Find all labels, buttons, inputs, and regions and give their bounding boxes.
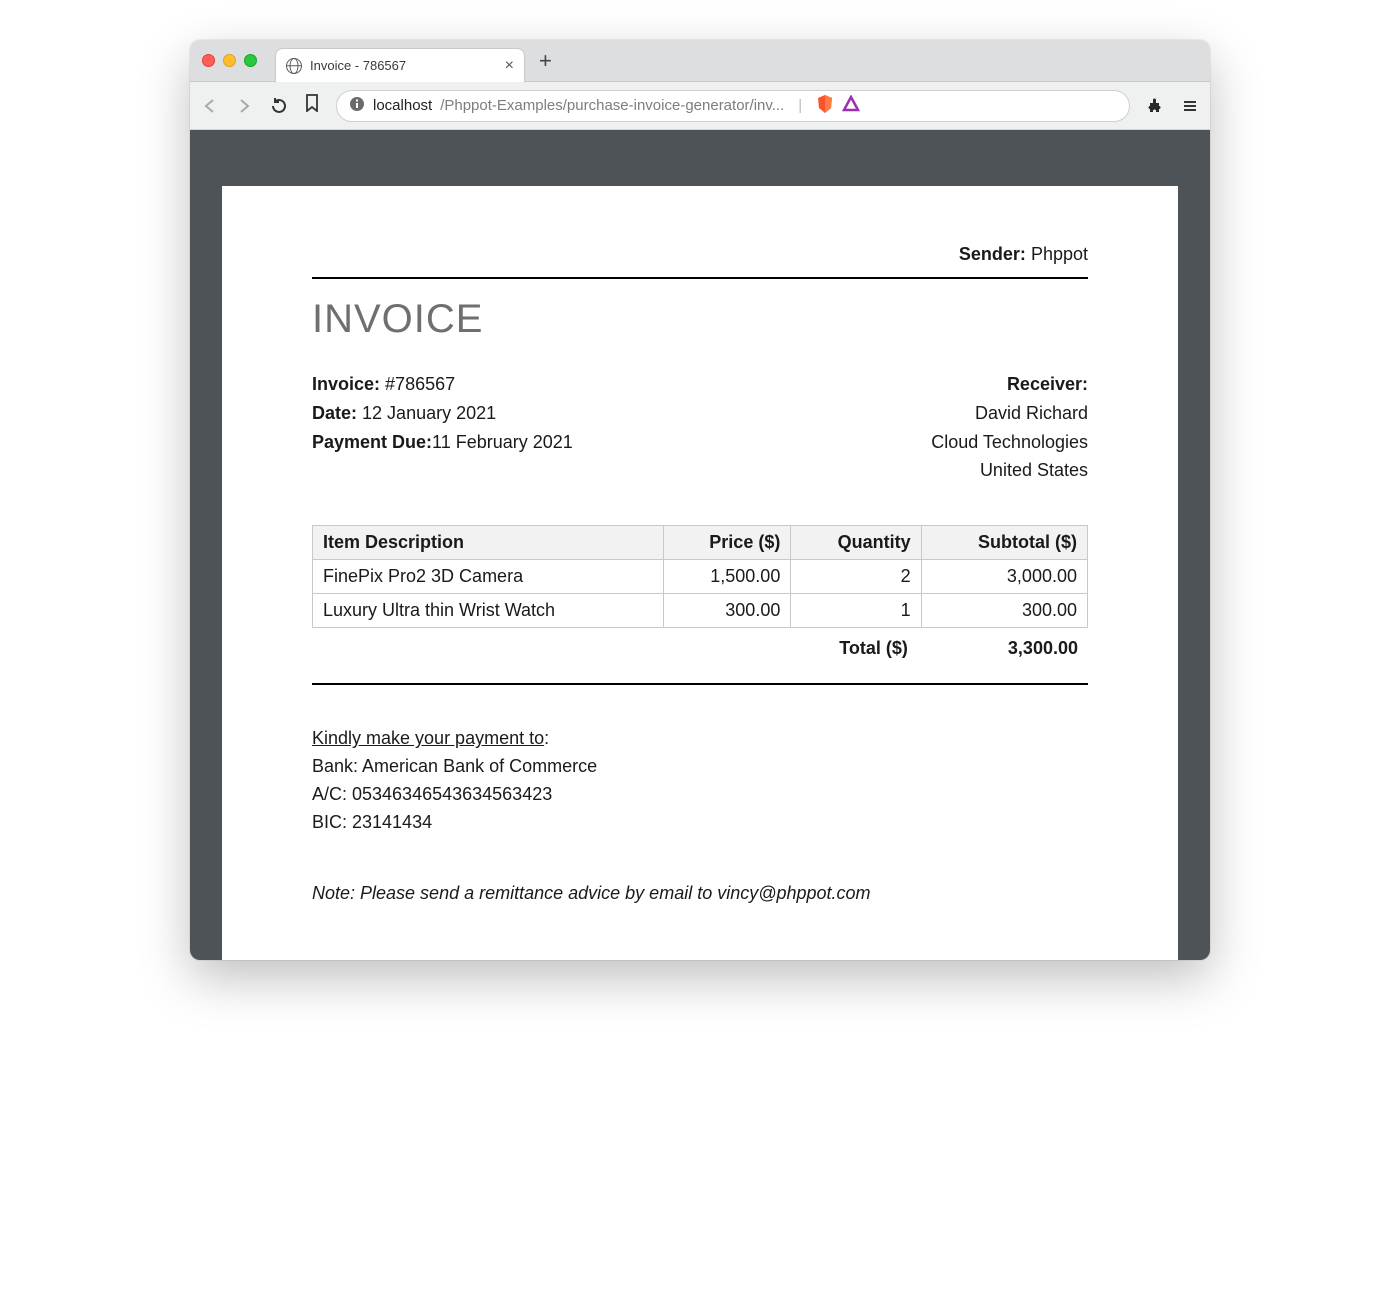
table-header-row: Item Description Price ($) Quantity Subt… [313, 526, 1088, 560]
toolbar-right [1146, 97, 1198, 115]
url-host: localhost [373, 97, 432, 114]
brave-shield-icon[interactable] [816, 94, 834, 118]
forward-button[interactable] [236, 98, 252, 114]
col-quantity: Quantity [791, 526, 921, 560]
payment-block: Kindly make your payment to Bank: Americ… [312, 725, 1088, 837]
col-price: Price ($) [663, 526, 791, 560]
receiver-name: David Richard [931, 399, 1088, 428]
cell-description: Luxury Ultra thin Wrist Watch [313, 594, 664, 628]
total-row: Total ($) 3,300.00 [312, 634, 1088, 659]
titlebar: Invoice - 786567 × + [190, 40, 1210, 82]
receiver-company: Cloud Technologies [931, 428, 1088, 457]
note: Note: Please send a remittance advice by… [312, 883, 1088, 904]
meta-left: Invoice: #786567 Date: 12 January 2021 P… [312, 370, 573, 485]
payment-bank: Bank: American Bank of Commerce [312, 756, 597, 776]
address-bar[interactable]: localhost/Phppot-Examples/purchase-invoi… [336, 90, 1130, 122]
browser-tab[interactable]: Invoice - 786567 × [275, 48, 525, 82]
divider [312, 683, 1088, 685]
menu-button[interactable] [1182, 98, 1198, 114]
extensions-button[interactable] [1146, 97, 1164, 115]
cell-price: 1,500.00 [663, 560, 791, 594]
cell-price: 300.00 [663, 594, 791, 628]
invoice-date: 12 January 2021 [362, 403, 496, 423]
sender-label: Sender: [959, 244, 1026, 264]
sender-line: Sender: Phppot [312, 244, 1088, 265]
maximize-window-button[interactable] [244, 54, 257, 67]
cell-quantity: 1 [791, 594, 921, 628]
window-controls [202, 54, 257, 67]
cell-subtotal: 3,000.00 [921, 560, 1087, 594]
toolbar: localhost/Phppot-Examples/purchase-invoi… [190, 82, 1210, 130]
table-row: Luxury Ultra thin Wrist Watch 300.00 1 3… [313, 594, 1088, 628]
meta-section: Invoice: #786567 Date: 12 January 2021 P… [312, 370, 1088, 485]
invoice-number: #786567 [385, 374, 455, 394]
new-tab-button[interactable]: + [525, 48, 566, 74]
items-table: Item Description Price ($) Quantity Subt… [312, 525, 1088, 628]
browser-window: Invoice - 786567 × + localhost/Phppot-Ex… [190, 40, 1210, 960]
total-value: 3,300.00 [1008, 638, 1078, 659]
page-title: INVOICE [312, 297, 1088, 342]
tab-title: Invoice - 786567 [310, 58, 497, 73]
viewport: Sender: Phppot INVOICE Invoice: #786567 … [190, 130, 1210, 960]
url-path: /Phppot-Examples/purchase-invoice-genera… [440, 97, 784, 114]
divider [312, 277, 1088, 279]
col-description: Item Description [313, 526, 664, 560]
payment-heading: Kindly make your payment to [312, 728, 544, 748]
payment-bic: BIC: 23141434 [312, 812, 432, 832]
close-tab-button[interactable]: × [505, 58, 514, 74]
invoice-document: Sender: Phppot INVOICE Invoice: #786567 … [222, 186, 1178, 960]
total-label: Total ($) [839, 638, 908, 659]
invoice-date-label: Date: [312, 403, 357, 423]
back-button[interactable] [202, 98, 218, 114]
invoice-number-label: Invoice: [312, 374, 380, 394]
meta-right: Receiver: David Richard Cloud Technologi… [931, 370, 1088, 485]
cell-description: FinePix Pro2 3D Camera [313, 560, 664, 594]
table-row: FinePix Pro2 3D Camera 1,500.00 2 3,000.… [313, 560, 1088, 594]
payment-due-label: Payment Due: [312, 432, 432, 452]
brave-rewards-icon[interactable] [842, 95, 860, 117]
minimize-window-button[interactable] [223, 54, 236, 67]
reload-button[interactable] [270, 97, 288, 115]
receiver-country: United States [931, 456, 1088, 485]
site-info-icon[interactable] [349, 96, 365, 116]
payment-account: A/C: 05346346543634563423 [312, 784, 552, 804]
cell-quantity: 2 [791, 560, 921, 594]
receiver-label: Receiver: [931, 370, 1088, 399]
globe-icon [286, 58, 302, 74]
payment-due: 11 February 2021 [432, 432, 573, 452]
cell-subtotal: 300.00 [921, 594, 1087, 628]
col-subtotal: Subtotal ($) [921, 526, 1087, 560]
nav-buttons [202, 97, 288, 115]
close-window-button[interactable] [202, 54, 215, 67]
bookmark-button[interactable] [304, 94, 320, 117]
sender-name: Phppot [1031, 244, 1088, 264]
